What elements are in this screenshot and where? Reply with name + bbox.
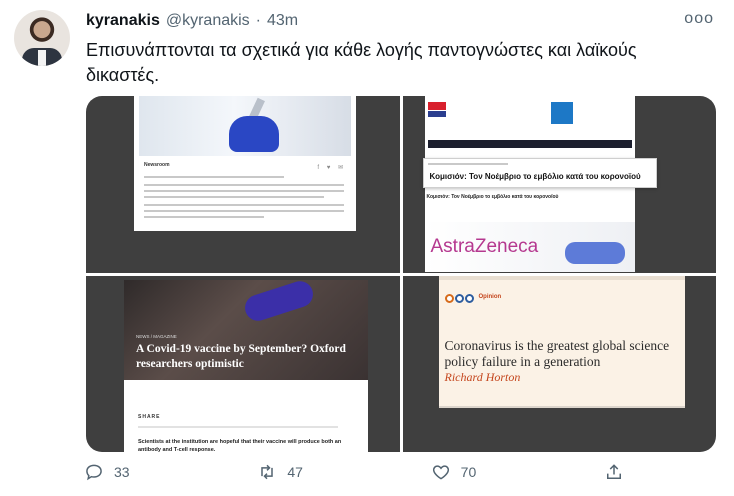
separator: · bbox=[255, 12, 261, 29]
tweet-header: kyranakis @kyranakis · 43m bbox=[86, 12, 298, 30]
astrazeneca-photo: AstraZeneca bbox=[424, 222, 635, 272]
user-name[interactable]: kyranakis bbox=[86, 12, 160, 30]
media-image-2[interactable]: Κομισιόν: Τον Νοέμβριο το εμβόλιο κατά τ… bbox=[402, 96, 716, 273]
source-label: Newsroom bbox=[144, 162, 170, 168]
reply-button[interactable]: 33 bbox=[84, 462, 130, 482]
article-body: Scientists at the institution are hopefu… bbox=[138, 438, 342, 453]
retweet-button[interactable]: 47 bbox=[257, 462, 303, 482]
lab-photo bbox=[139, 96, 351, 156]
media-image-3[interactable]: NEWS / MAGAZINE A Covid-19 vaccine by Se… bbox=[86, 275, 400, 453]
media-grid: Newsroom f ♥ ✉ Κομισιόν: Τον Νοέμβριο το… bbox=[86, 96, 716, 452]
retweet-count: 47 bbox=[287, 464, 303, 480]
reply-count: 33 bbox=[114, 464, 130, 480]
site-logo bbox=[427, 102, 446, 110]
hero-photo: NEWS / MAGAZINE A Covid-19 vaccine by Se… bbox=[124, 277, 368, 380]
tweet-text: Επισυνάπτονται τα σχετικά για κάθε λογής… bbox=[86, 40, 637, 85]
article-screenshot-1: Newsroom f ♥ ✉ bbox=[134, 96, 356, 231]
share-bar: SHARE bbox=[138, 413, 161, 420]
heart-icon bbox=[432, 465, 449, 480]
channel-logo bbox=[550, 102, 573, 124]
media-image-1[interactable]: Newsroom f ♥ ✉ bbox=[86, 96, 400, 273]
brand-text: AstraZeneca bbox=[430, 236, 539, 257]
more-options-icon[interactable]: ooo bbox=[684, 10, 714, 28]
article-screenshot-4: Opinion Coronavirus is the greatest glob… bbox=[438, 275, 685, 408]
opinion-author: Richard Horton bbox=[444, 369, 521, 384]
opinion-label: Opinion bbox=[478, 293, 502, 300]
headline-callout: Κομισιόν: Τον Νοέμβριο το εμβόλιο κατά τ… bbox=[422, 158, 657, 188]
tweet-actions: 33 47 70 bbox=[84, 462, 624, 482]
share-button[interactable] bbox=[604, 462, 624, 482]
user-handle[interactable]: @kyranakis bbox=[166, 12, 250, 30]
opinion-logo bbox=[444, 293, 474, 303]
share-icon bbox=[606, 464, 621, 479]
timestamp[interactable]: 43m bbox=[267, 12, 298, 30]
avatar[interactable] bbox=[14, 10, 70, 66]
opinion-headline: Coronavirus is the greatest global scien… bbox=[444, 337, 670, 369]
like-count: 70 bbox=[460, 464, 477, 480]
site-nav bbox=[427, 140, 632, 148]
share-icons: f ♥ ✉ bbox=[317, 165, 346, 171]
article-category: NEWS / MAGAZINE bbox=[136, 333, 177, 339]
retweet-icon bbox=[261, 464, 274, 480]
article-screenshot-3: NEWS / MAGAZINE A Covid-19 vaccine by Se… bbox=[124, 277, 368, 453]
article-title: A Covid-19 vaccine by September? Oxford … bbox=[136, 342, 346, 370]
like-button[interactable]: 70 bbox=[431, 462, 477, 482]
article-headline: Κομισιόν: Τον Νοέμβριο το εμβόλιο κατά τ… bbox=[429, 172, 641, 181]
article-subtitle: Κομισιόν: Τον Νοέμβριο το εμβόλιο κατά τ… bbox=[426, 194, 559, 200]
media-image-4[interactable]: Opinion Coronavirus is the greatest glob… bbox=[402, 275, 716, 452]
reply-icon bbox=[86, 464, 102, 481]
